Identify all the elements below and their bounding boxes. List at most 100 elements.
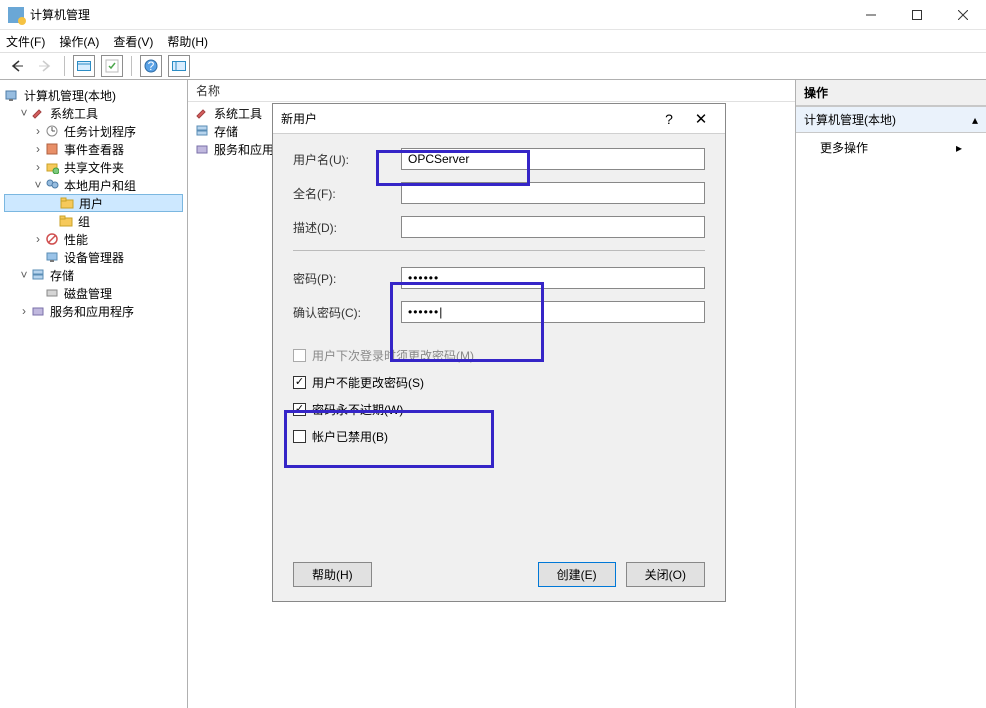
app-icon [8,7,24,23]
toolbar: ? [0,52,986,80]
username-label: 用户名(U): [293,151,401,168]
nav-back-button[interactable] [6,55,28,77]
password-input[interactable]: •••••• [401,267,705,289]
storage-icon [194,123,210,139]
tree-share[interactable]: › 共享文件夹 [4,158,183,176]
desc-input[interactable] [401,216,705,238]
chevron-right-icon: › [18,304,30,318]
tree-panel: 计算机管理(本地) ˅ 系统工具 › 任务计划程序 › 事件查看器 › 共享文件… [0,80,188,708]
tree-systools-label: 系统工具 [50,105,98,122]
dialog-close-button[interactable]: ✕ [685,110,717,128]
list-item-label: 服务和应用 [214,141,274,158]
disk-icon [44,285,60,301]
tree-users[interactable]: 用户 [4,194,183,212]
close-button[interactable] [940,0,986,30]
chevron-down-icon: ˅ [32,178,44,192]
menu-help[interactable]: 帮助(H) [167,33,208,50]
folder-icon [58,213,74,229]
tree-perf[interactable]: › 性能 [4,230,183,248]
check-cannotchange[interactable]: 用户不能更改密码(S) [293,374,705,391]
tree-storage[interactable]: ˅ 存储 [4,266,183,284]
actions-more-label: 更多操作 [820,139,868,156]
list-item-label: 存储 [214,123,238,140]
device-icon [44,249,60,265]
view-list-button[interactable] [168,55,190,77]
menu-file[interactable]: 文件(F) [6,33,45,50]
menu-action[interactable]: 操作(A) [59,33,99,50]
tree-event[interactable]: › 事件查看器 [4,140,183,158]
dialog-title: 新用户 [281,110,653,127]
chevron-right-icon: › [32,160,44,174]
menu-view[interactable]: 查看(V) [113,33,153,50]
actions-context-label: 计算机管理(本地) [804,111,896,128]
menubar: 文件(F) 操作(A) 查看(V) 帮助(H) [0,30,986,52]
tree-root[interactable]: 计算机管理(本地) [4,86,183,104]
dialog-help-button[interactable]: ? [653,111,685,127]
chevron-down-icon: ˅ [18,106,30,120]
tree-localusers[interactable]: ˅ 本地用户和组 [4,176,183,194]
list-header-name[interactable]: 名称 [188,80,795,102]
tree-root-label: 计算机管理(本地) [24,87,116,104]
dialog-titlebar: 新用户 ? ✕ [273,104,725,134]
refresh-button[interactable] [101,55,123,77]
collapse-icon: ▴ [972,113,978,127]
tree-groups-label: 组 [78,213,90,230]
actions-more[interactable]: 更多操作 ▸ [796,133,986,162]
services-icon [30,303,46,319]
tree-diskmgr-label: 磁盘管理 [64,285,112,302]
view-pane-button[interactable] [73,55,95,77]
confirm-input[interactable]: ••••••| [401,301,705,323]
chevron-down-icon: ˅ [18,268,30,282]
share-icon [44,159,60,175]
check-disabled-label: 帐户已禁用(B) [312,428,388,445]
tree-devmgr[interactable]: 设备管理器 [4,248,183,266]
maximize-button[interactable] [894,0,940,30]
clock-icon [44,123,60,139]
tree-perf-label: 性能 [64,231,88,248]
tree-systools[interactable]: ˅ 系统工具 [4,104,183,122]
check-mustchange: 用户下次登录时须更改密码(M) [293,347,705,364]
window-title: 计算机管理 [30,6,848,23]
tree-services[interactable]: › 服务和应用程序 [4,302,183,320]
desc-label: 描述(D): [293,219,401,236]
tree-storage-label: 存储 [50,267,74,284]
actions-header: 操作 [796,80,986,106]
tool-icon [30,105,46,121]
new-user-dialog: 新用户 ? ✕ 用户名(U): OPCServer 全名(F): 描述(D): … [272,103,726,602]
tree-task[interactable]: › 任务计划程序 [4,122,183,140]
check-cannotchange-label: 用户不能更改密码(S) [312,374,424,391]
tree-devmgr-label: 设备管理器 [64,249,124,266]
nav-fwd-button[interactable] [34,55,56,77]
fullname-input[interactable] [401,182,705,204]
svg-text:?: ? [148,59,155,73]
check-mustchange-label: 用户下次登录时须更改密码(M) [312,347,474,364]
users-icon [44,177,60,193]
tree-share-label: 共享文件夹 [64,159,124,176]
list-item-label: 系统工具 [214,105,262,122]
tree-localusers-label: 本地用户和组 [64,177,136,194]
check-neverexpire[interactable]: 密码永不过期(W) [293,401,705,418]
create-button[interactable]: 创建(E) [538,562,616,587]
help-button[interactable]: 帮助(H) [293,562,372,587]
minimize-button[interactable] [848,0,894,30]
username-input[interactable]: OPCServer [401,148,705,170]
chevron-right-icon: › [32,232,44,246]
tree-groups[interactable]: 组 [4,212,183,230]
close-dlg-button[interactable]: 关闭(O) [626,562,705,587]
fullname-label: 全名(F): [293,185,401,202]
storage-icon [30,267,46,283]
actions-panel: 操作 计算机管理(本地) ▴ 更多操作 ▸ [796,80,986,708]
checkbox-icon [293,430,306,443]
password-label: 密码(P): [293,270,401,287]
tree-event-label: 事件查看器 [64,141,124,158]
check-disabled[interactable]: 帐户已禁用(B) [293,428,705,445]
check-neverexpire-label: 密码永不过期(W) [312,401,403,418]
chevron-right-icon: › [32,124,44,138]
computer-icon [4,87,20,103]
confirm-label: 确认密码(C): [293,304,401,321]
actions-context[interactable]: 计算机管理(本地) ▴ [796,106,986,133]
checkbox-icon [293,376,306,389]
book-icon [44,141,60,157]
help-button[interactable]: ? [140,55,162,77]
tree-diskmgr[interactable]: 磁盘管理 [4,284,183,302]
